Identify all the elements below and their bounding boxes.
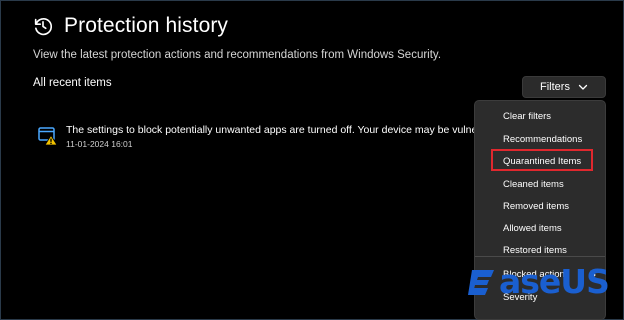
history-item[interactable]: The settings to block potentially unwant… [38,124,502,149]
page-header: Protection history [32,14,228,38]
watermark-text: aseUS [499,262,610,301]
section-label: All recent items [33,77,112,89]
chevron-down-icon [578,84,588,90]
page-title: Protection history [64,14,229,37]
filters-button-label: Filters [540,81,570,93]
menu-item-restored-items[interactable]: Restored items [503,245,567,256]
history-item-text: The settings to block potentially unwant… [66,124,502,136]
menu-divider [475,256,605,257]
filters-button[interactable]: Filters [522,76,606,98]
page-subtitle: View the latest protection actions and r… [33,49,442,61]
menu-item-allowed-items[interactable]: Allowed items [503,223,562,234]
easeus-watermark: aseUS [468,262,610,301]
menu-item-clear-filters[interactable]: Clear filters [503,111,551,122]
easeus-logo-icon [468,269,494,295]
history-item-timestamp: 11-01-2024 16:01 [66,139,133,149]
shield-warning-icon [38,127,58,146]
history-item-body: The settings to block potentially unwant… [66,124,502,149]
menu-item-cleaned-items[interactable]: Cleaned items [503,179,564,190]
menu-item-removed-items[interactable]: Removed items [503,201,569,212]
highlight-box [491,149,593,171]
history-icon [34,17,53,36]
menu-item-recommendations[interactable]: Recommendations [503,134,582,145]
